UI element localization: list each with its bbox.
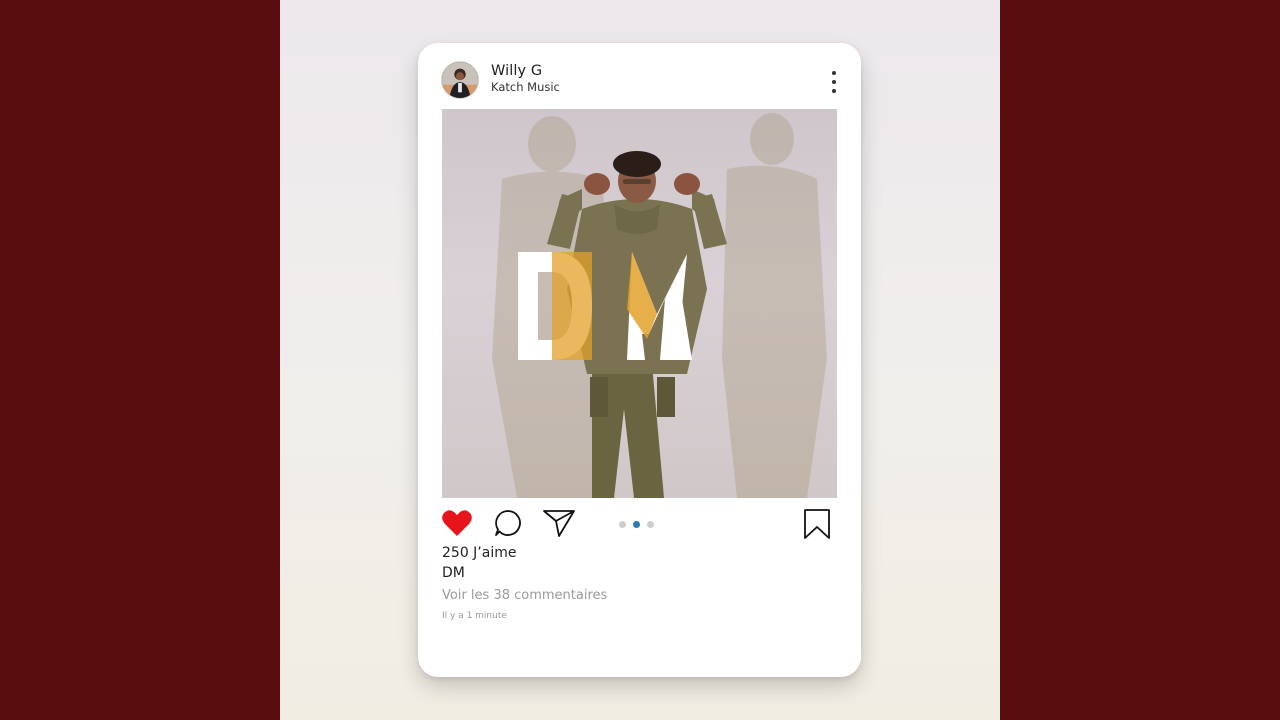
carousel-dot[interactable] [619, 521, 626, 528]
bookmark-icon[interactable] [803, 508, 831, 540]
view-comments-link[interactable]: Voir les 38 commentaires [442, 588, 607, 603]
send-icon[interactable] [542, 508, 576, 538]
carousel-dot[interactable] [647, 521, 654, 528]
comment-icon[interactable] [493, 508, 523, 538]
post-timestamp: Il y a 1 minute [442, 611, 507, 621]
carousel-indicator [619, 521, 654, 529]
username[interactable]: Willy G [491, 63, 542, 79]
carousel-dot-active[interactable] [633, 521, 640, 528]
post-card: Willy G Katch Music 250 J’aime DM Voir l… [418, 43, 861, 677]
avatar[interactable] [441, 61, 479, 99]
action-bar [418, 508, 861, 540]
heart-icon[interactable] [441, 508, 473, 538]
post-image[interactable] [442, 109, 837, 498]
more-options-icon[interactable] [826, 71, 842, 93]
likes-count[interactable]: 250 J’aime [442, 545, 516, 561]
post-caption: DM [442, 565, 465, 581]
post-location[interactable]: Katch Music [491, 80, 560, 94]
